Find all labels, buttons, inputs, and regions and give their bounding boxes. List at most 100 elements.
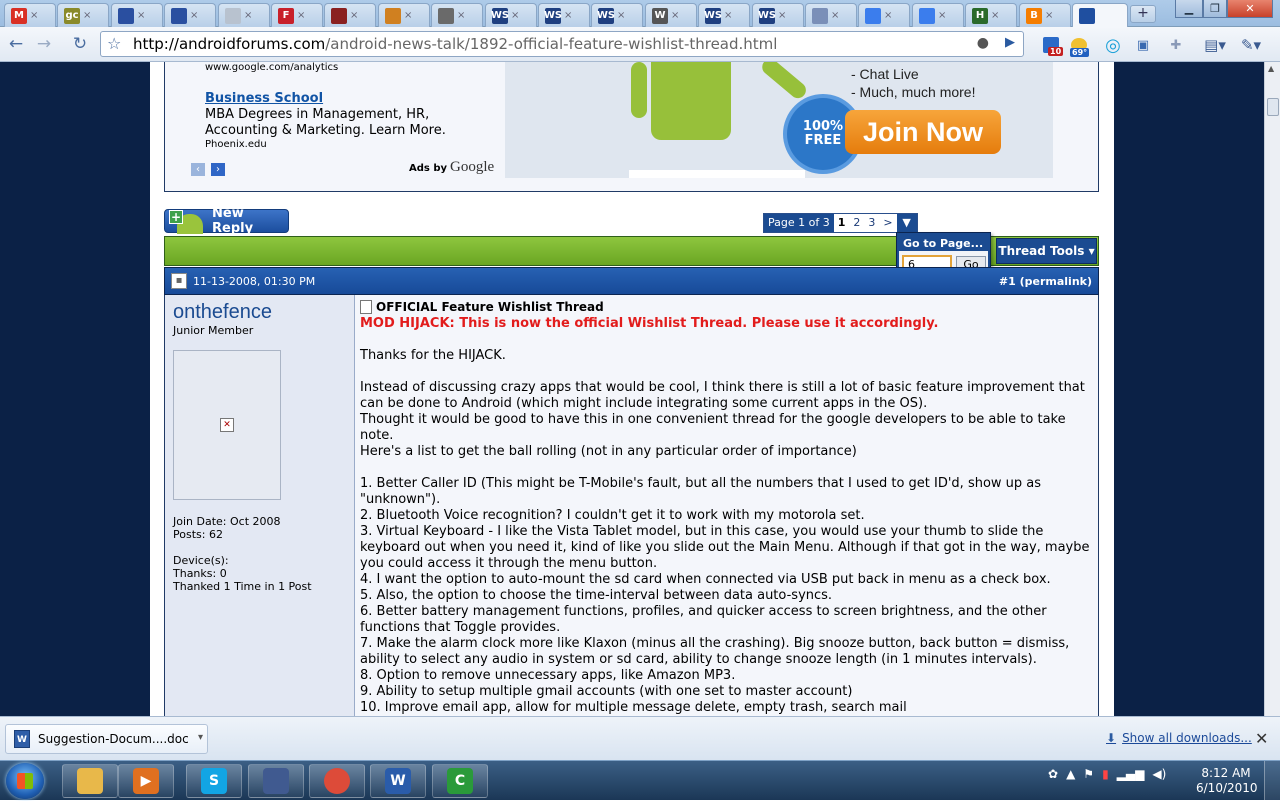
tab-close-icon[interactable]: × [137,10,145,21]
ad-url-analytics[interactable]: www.google.com/analytics [205,62,338,73]
network-icon[interactable]: ▂▄▆ [1117,767,1145,781]
page-link-1[interactable]: 1 [834,214,850,232]
minimize-button[interactable]: ▁ [1175,0,1203,18]
download-item[interactable]: W Suggestion-Docum....doc ▾ [5,724,208,754]
tray-expand-icon[interactable]: ▲ [1066,767,1075,781]
tab-close-icon[interactable]: × [564,10,572,21]
tab-close-icon[interactable]: × [617,10,625,21]
download-menu-icon[interactable]: ▾ [198,732,203,743]
browser-tab[interactable]: × [431,3,483,27]
back-arrow-icon[interactable]: ← [4,33,28,55]
tab-close-icon[interactable]: × [350,10,358,21]
spiral-extension-icon[interactable]: ◎ [1102,34,1124,56]
scroll-up-icon[interactable]: ▲ [1268,64,1274,73]
ad-url-phoenix[interactable]: Phoenix.edu [205,139,267,150]
taskbar-app-skype[interactable]: S [186,764,242,798]
browser-tab[interactable]: × [858,3,910,27]
ads-by-google[interactable]: Ads by Google [409,159,494,176]
browser-tab[interactable]: × [378,3,430,27]
calendar-extension-icon[interactable]: 10 [1040,34,1064,56]
start-button[interactable] [6,763,44,799]
taskbar-app-word[interactable]: W [370,764,426,798]
new-tab-button[interactable]: + [1130,5,1156,23]
page-next-link[interactable]: > [879,214,896,232]
taskbar-app-media[interactable]: ▶ [118,764,174,798]
ad-prev-icon[interactable]: ‹ [191,163,205,176]
reload-icon[interactable]: ↻ [68,33,92,55]
username-link[interactable]: onthefence [173,301,272,324]
thread-tools-menu[interactable]: Thread Tools ▾ [996,238,1097,264]
wrench-icon[interactable]: ✎▾ [1240,34,1262,56]
tray-app-icon[interactable]: ✿ [1048,767,1058,781]
tab-close-icon[interactable]: × [778,10,786,21]
tab-close-icon[interactable]: × [938,10,946,21]
join-banner[interactable]: - Chat Live - Much, much more! 100% FREE… [505,62,1053,178]
volume-icon[interactable]: ◀) [1152,767,1166,781]
browser-tab[interactable]: × [164,3,216,27]
browser-tab[interactable]: WS × [698,3,750,27]
page-scrollbar[interactable]: ▲ [1264,62,1280,716]
tab-close-icon[interactable]: × [1045,10,1053,21]
tab-close-icon[interactable]: × [30,10,38,21]
taskbar-app-chrome[interactable] [309,764,365,798]
taskbar-app-camtasia[interactable]: C [432,764,488,798]
ad-title-business-school[interactable]: Business School [205,91,323,106]
tab-close-icon[interactable]: × [83,10,91,21]
tab-close-icon[interactable]: × [671,10,679,21]
tab-close-icon[interactable]: × [511,10,519,21]
scroll-thumb[interactable] [1267,98,1279,116]
tab-close-icon[interactable]: × [991,10,999,21]
tab-close-icon[interactable]: × [190,10,198,21]
browser-tab[interactable]: W × [645,3,697,27]
browser-tab[interactable]: WS × [485,3,537,27]
forward-arrow-icon[interactable]: → [32,33,56,55]
bookmark-star-icon[interactable]: ☆ [107,34,121,53]
ad-next-icon[interactable]: › [211,163,225,176]
page-menu-icon[interactable]: ▤▾ [1204,34,1226,56]
browser-tab[interactable]: × [218,3,270,27]
browser-tab[interactable]: WS × [752,3,804,27]
browser-tab[interactable]: × [324,3,376,27]
browser-tab[interactable]: WS × [591,3,643,27]
browser-tab[interactable]: B × [1019,3,1071,27]
join-now-button[interactable]: Join Now [845,110,1001,154]
new-reply-button[interactable]: + New Reply [164,206,289,236]
tab-close-icon[interactable]: × [297,10,305,21]
weather-extension-icon[interactable]: 69° [1068,34,1090,57]
show-desktop-button[interactable] [1264,761,1280,801]
tab-close-icon[interactable]: × [884,10,892,21]
browser-tab[interactable]: × [912,3,964,27]
tab-close-icon[interactable]: × [404,10,412,21]
camera-extension-icon[interactable]: ▣ [1132,34,1154,56]
battery-icon[interactable]: ▮ [1102,767,1109,781]
taskbar-app-explorer[interactable] [62,764,118,798]
avatar[interactable]: ✕ [173,350,281,500]
lightbulb-icon[interactable]: ● [977,35,989,51]
puzzle-extension-icon[interactable]: ✚ [1165,34,1187,56]
maximize-button[interactable]: ❐ [1203,0,1227,18]
tab-close-icon[interactable]: × [244,10,252,21]
tab-close-icon[interactable]: × [724,10,732,21]
browser-tab[interactable] [1072,3,1128,28]
browser-tab[interactable]: WS × [538,3,590,27]
address-bar[interactable]: ☆ http://androidforums.com/android-news-… [100,31,1024,57]
browser-tab[interactable]: gc × [57,3,109,27]
browser-tab[interactable]: M × [4,3,56,27]
browser-tab[interactable]: F × [271,3,323,27]
tab-close-icon[interactable]: × [831,10,839,21]
go-arrow-icon[interactable]: ▶ [1005,35,1015,50]
show-all-downloads-link[interactable]: ⬇ Show all downloads... [1106,731,1252,745]
taskbar-app-gaming[interactable] [248,764,304,798]
tab-close-icon[interactable]: × [457,10,465,21]
clock[interactable]: 8:12 AM 6/10/2010 [1196,766,1258,796]
close-shelf-icon[interactable]: ✕ [1255,729,1268,748]
page-link-3[interactable]: 3 [864,214,879,232]
post-permalink[interactable]: #1 (permalink) [999,275,1092,288]
browser-tab[interactable]: H × [965,3,1017,27]
browser-tab[interactable]: × [805,3,857,27]
close-window-button[interactable]: ✕ [1227,0,1273,18]
page-dropdown-icon[interactable]: ▼ [896,214,917,232]
page-link-2[interactable]: 2 [849,214,864,232]
flag-icon[interactable]: ⚑ [1083,767,1094,781]
browser-tab[interactable]: × [111,3,163,27]
